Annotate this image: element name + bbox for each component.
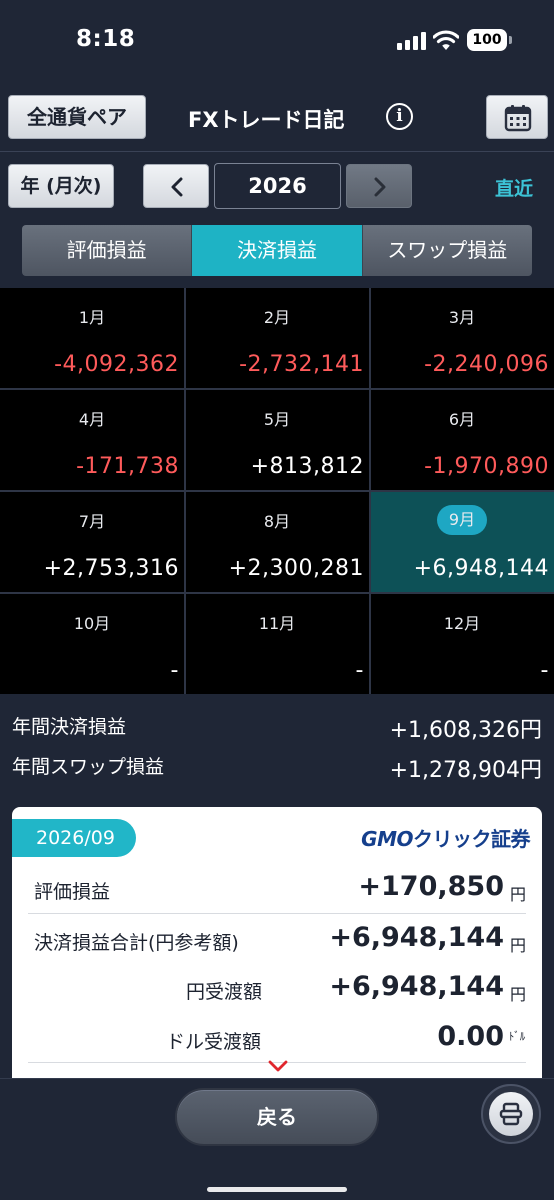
month-label: 3月	[448, 308, 476, 327]
next-year-button[interactable]	[346, 164, 412, 208]
calendar-button[interactable]	[486, 95, 548, 139]
year-display: 2026	[214, 163, 341, 209]
card-row-label: ドル受渡額	[166, 1031, 262, 1053]
month-cell[interactable]: 12月 -	[370, 594, 554, 694]
month-label: 2月	[263, 308, 291, 327]
card-row-unit: 円	[509, 985, 526, 1004]
period-mode-button[interactable]: 年 (月次)	[8, 164, 114, 208]
month-cell[interactable]: 3月 -2,240,096	[370, 288, 554, 388]
month-value: -1,970,890	[424, 454, 549, 479]
card-row-unit: ﾄﾞﾙ	[508, 1030, 526, 1043]
month-label: 1月	[78, 308, 106, 327]
card-row-value: +170,850	[358, 871, 504, 902]
monthly-detail-card: 2026/09 GMOクリック証券 評価損益 +170,850 円 決済損益合計…	[12, 807, 542, 1079]
month-value: +2,753,316	[43, 556, 179, 581]
settlement-total-row: 決済損益合計(円参考額) +6,948,144 円	[28, 914, 526, 964]
annual-settlement-label: 年間決済損益	[12, 716, 127, 738]
menu-button-face	[489, 1092, 533, 1136]
chevron-left-icon	[171, 177, 183, 197]
month-value: -	[355, 658, 364, 683]
month-value: -171,738	[76, 454, 179, 479]
tab-valuation-pnl[interactable]: 評価損益	[22, 225, 192, 276]
month-grid: 1月 -4,092,362 2月 -2,732,141 3月 -2,240,09…	[0, 288, 554, 694]
card-row-label: 円受渡額	[186, 981, 263, 1003]
card-date-badge: 2026/09	[12, 819, 136, 857]
recent-link[interactable]: 直近	[495, 174, 533, 201]
cellular-signal-icon	[397, 32, 427, 50]
grid-divider	[0, 592, 554, 594]
calendar-icon	[504, 105, 532, 132]
month-cell[interactable]: 7月 +2,753,316	[0, 492, 184, 592]
month-cell[interactable]: 8月 +2,300,281	[185, 492, 369, 592]
month-label: 5月	[263, 410, 291, 429]
valuation-pnl-row: 評価損益 +170,850 円	[28, 863, 526, 913]
dollar-delivery-row: ドル受渡額 0.00 ﾄﾞﾙ	[28, 1013, 526, 1063]
all-currency-pairs-button[interactable]: 全通貨ペア	[8, 95, 146, 139]
info-icon[interactable]: i	[386, 103, 413, 130]
month-value: +813,812	[250, 454, 364, 479]
month-value: -2,732,141	[239, 352, 364, 377]
card-row-value: +6,948,144	[329, 922, 504, 953]
month-cell[interactable]: 5月 +813,812	[185, 390, 369, 490]
annual-swap-value: +1,278,904円	[389, 758, 542, 783]
pnl-tabs: 評価損益 決済損益 スワップ損益	[22, 225, 532, 276]
bottom-bar: 戻る	[0, 1078, 554, 1200]
month-cell[interactable]: 6月 -1,970,890	[370, 390, 554, 490]
month-value: -2,240,096	[424, 352, 549, 377]
month-value: +2,300,281	[228, 556, 364, 581]
month-cell[interactable]: 11月 -	[185, 594, 369, 694]
month-cell[interactable]: 2月 -2,732,141	[185, 288, 369, 388]
card-row-label: 決済損益合計(円参考額)	[34, 932, 239, 954]
month-label: 10月	[73, 614, 111, 633]
page-title: FXトレード日記	[188, 108, 345, 132]
month-value: -4,092,362	[54, 352, 179, 377]
month-cell-selected[interactable]: 9月 +6,948,144	[370, 492, 554, 592]
logo-gmo-text: GMO	[361, 827, 413, 851]
status-bar: 8:18 100	[0, 0, 554, 84]
layout-menu-icon	[499, 1102, 523, 1126]
yen-delivery-row: 円受渡額 +6,948,144 円	[28, 963, 526, 1013]
home-indicator	[207, 1187, 347, 1192]
month-label: 12月	[443, 614, 481, 633]
battery-icon: 100	[467, 29, 512, 51]
tab-settlement-pnl[interactable]: 決済損益	[191, 225, 362, 276]
annual-swap-label: 年間スワップ損益	[12, 756, 165, 778]
tab-swap-pnl[interactable]: スワップ損益	[361, 225, 532, 276]
month-value: +6,948,144	[413, 556, 549, 581]
month-value: -	[540, 658, 549, 683]
card-row-value: +6,948,144	[329, 971, 504, 1002]
grid-divider	[0, 490, 554, 492]
month-cell[interactable]: 4月 -171,738	[0, 390, 184, 490]
card-row-unit: 円	[509, 936, 526, 955]
annual-settlement-row: 年間決済損益 +1,608,326円	[12, 712, 542, 743]
month-label: 11月	[258, 614, 296, 633]
chevron-right-icon	[374, 177, 386, 197]
annual-settlement-value: +1,608,326円	[389, 718, 542, 743]
gmo-click-logo: GMOクリック証券	[361, 823, 530, 852]
status-time: 8:18	[76, 26, 136, 52]
card-row-label: 評価損益	[34, 881, 111, 903]
month-label: 4月	[78, 410, 106, 429]
month-label: 6月	[448, 410, 476, 429]
back-button[interactable]: 戻る	[175, 1088, 379, 1146]
wifi-icon	[433, 30, 459, 50]
header-divider	[0, 151, 554, 152]
month-value: -	[170, 658, 179, 683]
month-cell[interactable]: 10月 -	[0, 594, 184, 694]
card-row-value: 0.00	[437, 1021, 504, 1052]
menu-button[interactable]	[481, 1084, 541, 1144]
chevron-down-icon[interactable]	[268, 1060, 288, 1072]
previous-year-button[interactable]	[143, 164, 209, 208]
month-label: 7月	[78, 512, 106, 531]
logo-brand-text: クリック証券	[413, 827, 531, 851]
month-cell[interactable]: 1月 -4,092,362	[0, 288, 184, 388]
card-row-unit: 円	[509, 885, 526, 904]
selected-month-badge: 9月	[437, 505, 487, 535]
annual-swap-row: 年間スワップ損益 +1,278,904円	[12, 752, 542, 783]
month-label: 8月	[263, 512, 291, 531]
grid-divider	[0, 388, 554, 390]
